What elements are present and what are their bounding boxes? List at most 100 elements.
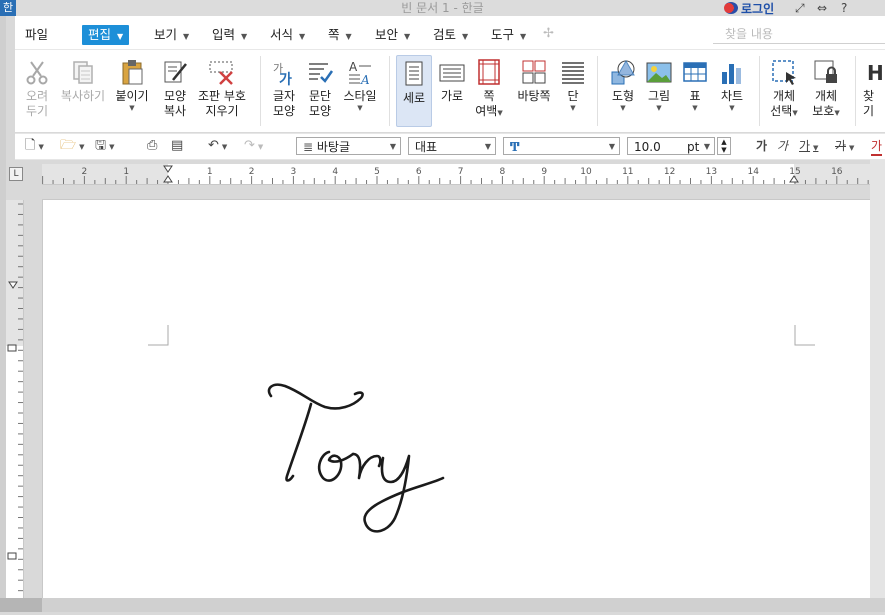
menu-file[interactable]: 파일: [25, 25, 48, 45]
undo-icon[interactable]: ↶ ▼: [208, 138, 227, 154]
font-language-select[interactable]: 대표 ▼: [408, 137, 496, 155]
strike-button[interactable]: 가 ▼: [835, 138, 854, 154]
portrait-icon: [400, 60, 428, 88]
clear-codes-button[interactable]: 조판 부호 지우기: [195, 52, 249, 128]
menu-edit[interactable]: 편집 ▼: [82, 25, 130, 45]
object-select-button[interactable]: 개체 선택▼: [767, 52, 801, 128]
char-shape-button[interactable]: 가가 글자 모양: [267, 52, 301, 128]
ruler-label: 2: [82, 167, 88, 177]
menu-format-label: 서식: [270, 27, 294, 42]
preview-icon[interactable]: ▤: [171, 138, 183, 154]
chevron-down-icon: ▼: [38, 143, 44, 151]
chevron-down-icon: ▼: [692, 104, 698, 112]
menu-tools-label: 도구: [491, 27, 515, 42]
ruler-label: 4: [332, 167, 338, 177]
landscape-label: 가로: [440, 89, 464, 103]
signature-image[interactable]: [267, 383, 445, 533]
menu-security-label: 보안: [375, 27, 399, 42]
underline-button[interactable]: 가 ▼: [799, 138, 818, 154]
style-button[interactable]: AA 스타일 ▼: [339, 52, 381, 128]
cut-button[interactable]: 오려 두기: [21, 52, 53, 128]
stepper-up-icon: ▲: [721, 138, 727, 146]
new-document-icon[interactable]: 🗋 ▼: [25, 138, 44, 154]
menu-security[interactable]: 보안 ▼: [375, 25, 410, 45]
redo-icon[interactable]: ↷ ▼: [244, 138, 263, 154]
paste-label: 붙이기: [115, 89, 149, 103]
menu-insert[interactable]: 입력 ▼: [212, 25, 247, 45]
ruler-label: 12: [664, 167, 675, 177]
print-icon[interactable]: ⎙: [147, 138, 157, 154]
shape-button[interactable]: 도형 ▼: [607, 52, 639, 128]
chevron-down-icon: ▼: [484, 142, 491, 151]
divider: [855, 56, 856, 126]
font-size-unit: pt: [687, 140, 700, 154]
horizontal-ruler[interactable]: 211234567891011121314151617: [42, 164, 885, 185]
chevron-down-icon: ▼: [834, 109, 840, 117]
italic-button[interactable]: 가: [777, 138, 788, 154]
chart-button[interactable]: 차트 ▼: [715, 52, 749, 128]
page-canvas: [148, 325, 815, 533]
menu-review[interactable]: 검토 ▼: [433, 25, 468, 45]
resize-icon[interactable]: ⇔: [817, 0, 827, 16]
columns-button[interactable]: 단 ▼: [559, 52, 587, 128]
para-shape-icon: [306, 58, 334, 86]
clear-codes-label-1: 조판 부호: [198, 89, 246, 103]
format-copy-button[interactable]: 모양 복사: [157, 52, 193, 128]
columns-label: 단: [567, 89, 579, 103]
font-name-select[interactable]: Ͳ ▼: [503, 137, 620, 155]
menu-tools[interactable]: 도구 ▼: [491, 25, 526, 45]
vertical-ruler[interactable]: [6, 200, 24, 613]
fullscreen-icon[interactable]: ⤢: [795, 0, 805, 16]
menu-page[interactable]: 쪽 ▼: [328, 25, 352, 45]
font-color-button[interactable]: 가: [871, 138, 883, 156]
object-select-label-2: 선택: [770, 104, 793, 118]
char-shape-label-1: 글자: [272, 89, 296, 103]
find-label: 찾기: [863, 89, 875, 118]
help-icon[interactable]: ?: [841, 0, 847, 16]
font-size-select[interactable]: 10.0 pt ▼: [627, 137, 715, 155]
find-button[interactable]: H 찾기: [863, 52, 885, 128]
stepper-down-icon: ▼: [721, 146, 727, 154]
landscape-button[interactable]: 가로: [435, 52, 469, 128]
portrait-button[interactable]: 세로: [396, 55, 432, 127]
vertical-scrollbar[interactable]: [870, 160, 885, 612]
chevron-down-icon: ▼: [79, 143, 85, 151]
menu-format[interactable]: 서식 ▼: [270, 25, 305, 45]
login-label: 로그인: [741, 1, 775, 16]
master-page-label: 바탕쪽: [517, 89, 551, 103]
font-size-stepper[interactable]: ▲ ▼: [717, 137, 731, 155]
vertical-ruler-ticks: [6, 200, 23, 613]
open-folder-icon[interactable]: 🗁 ▼: [60, 138, 85, 154]
page-margin-button[interactable]: 쪽 여백▼: [471, 52, 507, 128]
search-input[interactable]: 찾을 내용: [713, 25, 885, 44]
svg-text:H: H: [867, 61, 884, 85]
login-button[interactable]: 로그인: [724, 0, 774, 16]
paste-button[interactable]: 붙이기 ▼: [113, 52, 151, 128]
document-page[interactable]: [43, 200, 870, 598]
menu-view-label: 보기: [154, 27, 178, 42]
ruler-corner[interactable]: L: [9, 167, 23, 181]
table-button[interactable]: 표 ▼: [679, 52, 711, 128]
copy-button[interactable]: 복사하기: [59, 52, 107, 128]
svg-text:A: A: [349, 60, 358, 74]
style-select[interactable]: ≣ 바탕글 ▼: [296, 137, 401, 155]
font-language-value: 대표: [415, 140, 438, 154]
bold-button[interactable]: 가: [756, 138, 767, 154]
para-shape-button[interactable]: 문단 모양: [303, 52, 337, 128]
menu-view[interactable]: 보기 ▼: [154, 25, 189, 45]
chevron-down-icon: ▼: [729, 104, 735, 112]
bottom-strip: [0, 598, 885, 612]
save-icon[interactable]: 🖫 ▼: [95, 138, 114, 154]
ribbon-toolbar: 오려 두기 복사하기 붙이기 ▼ 모양 복사 조판 부호 지우기 가가 글자 모…: [15, 50, 885, 132]
object-protect-icon: [812, 58, 840, 86]
object-protect-button[interactable]: 개체 보호▼: [809, 52, 843, 128]
chevron-down-icon: ▼: [109, 143, 115, 151]
chevron-down-icon: ▼: [299, 32, 306, 41]
clear-codes-label-2: 지우기: [205, 104, 239, 118]
page-margin-label-1: 쪽: [483, 89, 495, 103]
ruler-label: 9: [541, 167, 547, 177]
pin-icon[interactable]: ✢: [543, 26, 554, 41]
master-page-button[interactable]: 바탕쪽: [512, 52, 556, 128]
ruler-label: 8: [500, 167, 506, 177]
picture-button[interactable]: 그림 ▼: [643, 52, 675, 128]
